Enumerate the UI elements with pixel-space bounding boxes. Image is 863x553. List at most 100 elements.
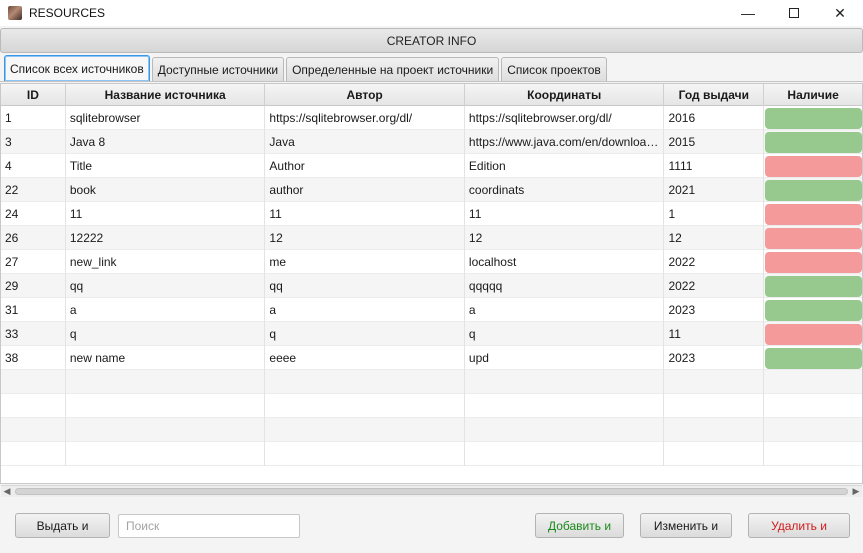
table-row[interactable]: 31 a a a 2023 bbox=[1, 298, 862, 322]
table-row[interactable]: 4 Title Author Edition 1111 bbox=[1, 154, 862, 178]
table-row[interactable]: 38 new name eeee upd 2023 bbox=[1, 346, 862, 370]
table-row[interactable]: 33 q q q 11 bbox=[1, 322, 862, 346]
sources-table[interactable]: ID Название источника Автор Координаты Г… bbox=[0, 83, 863, 484]
column-header-author[interactable]: Автор bbox=[265, 84, 465, 106]
cell-year: 1 bbox=[664, 202, 765, 226]
available-indicator bbox=[765, 179, 862, 201]
cell-id: 31 bbox=[1, 298, 66, 322]
cell-availability bbox=[764, 322, 862, 346]
column-header-availability[interactable]: Наличие bbox=[764, 84, 862, 106]
cell-availability bbox=[764, 394, 862, 418]
cell-name: book bbox=[66, 178, 266, 202]
cell-coordinates: localhost bbox=[465, 250, 665, 274]
issue-button[interactable]: Выдать и bbox=[15, 513, 110, 538]
empty-table-row[interactable] bbox=[1, 370, 862, 394]
unavailable-indicator bbox=[765, 251, 862, 273]
cell-year: 2023 bbox=[664, 346, 765, 370]
available-indicator bbox=[765, 299, 862, 321]
horizontal-scrollbar[interactable]: ◀ ▶ bbox=[1, 485, 862, 497]
cell-id: 27 bbox=[1, 250, 66, 274]
cell-name: a bbox=[66, 298, 266, 322]
tab-projects-list[interactable]: Список проектов bbox=[501, 57, 607, 81]
table-body: 1 sqlitebrowser https://sqlitebrowser.org/… bbox=[1, 106, 862, 466]
column-header-name[interactable]: Название источника bbox=[66, 84, 266, 106]
column-header-id[interactable]: ID bbox=[1, 84, 66, 106]
window-title: RESOURCES bbox=[29, 6, 106, 20]
search-input[interactable] bbox=[118, 514, 300, 538]
empty-table-row[interactable] bbox=[1, 418, 862, 442]
cell-name bbox=[66, 370, 266, 394]
cell-name bbox=[66, 418, 266, 442]
maximize-icon bbox=[789, 8, 799, 18]
window-controls: — ✕ bbox=[725, 0, 863, 26]
cell-availability bbox=[764, 202, 862, 226]
cell-coordinates: https://www.java.com/en/downloa… bbox=[465, 130, 665, 154]
cell-availability bbox=[764, 226, 862, 250]
scroll-right-icon[interactable]: ▶ bbox=[850, 486, 862, 497]
cell-author: 12 bbox=[265, 226, 465, 250]
maximize-button[interactable] bbox=[771, 0, 817, 26]
column-header-year[interactable]: Год выдачи bbox=[664, 84, 765, 106]
tab-all-sources[interactable]: Список всех источников bbox=[4, 55, 150, 81]
minimize-button[interactable]: — bbox=[725, 0, 771, 26]
table-row[interactable]: 29 qq qq qqqqq 2022 bbox=[1, 274, 862, 298]
cell-id: 29 bbox=[1, 274, 66, 298]
cell-coordinates bbox=[465, 418, 665, 442]
cell-author bbox=[265, 370, 465, 394]
scrollbar-thumb[interactable] bbox=[15, 488, 848, 495]
available-indicator bbox=[765, 275, 862, 297]
tab-bar: Список всех источников Доступные источни… bbox=[0, 54, 863, 82]
cell-year: 12 bbox=[664, 226, 765, 250]
cell-availability bbox=[764, 370, 862, 394]
cell-availability bbox=[764, 346, 862, 370]
cell-year: 2023 bbox=[664, 298, 765, 322]
table-row[interactable]: 27 new_link me localhost 2022 bbox=[1, 250, 862, 274]
table-row[interactable]: 22 book author coordinats 2021 bbox=[1, 178, 862, 202]
cell-availability bbox=[764, 154, 862, 178]
cell-name: q bbox=[66, 322, 266, 346]
close-button[interactable]: ✕ bbox=[817, 0, 863, 26]
cell-author: Author bbox=[265, 154, 465, 178]
tab-project-sources[interactable]: Определенные на проект источники bbox=[286, 57, 500, 81]
cell-availability bbox=[764, 178, 862, 202]
cell-name: qq bbox=[66, 274, 266, 298]
cell-author: https://sqlitebrowser.org/dl/ bbox=[265, 106, 465, 130]
cell-name: new name bbox=[66, 346, 266, 370]
add-button[interactable]: Добавить и bbox=[535, 513, 624, 538]
cell-coordinates: 12 bbox=[465, 226, 665, 250]
edit-button[interactable]: Изменить и bbox=[640, 513, 732, 538]
cell-author bbox=[265, 418, 465, 442]
cell-coordinates: 11 bbox=[465, 202, 665, 226]
column-header-coordinates[interactable]: Координаты bbox=[465, 84, 665, 106]
cell-id: 24 bbox=[1, 202, 66, 226]
cell-availability bbox=[764, 418, 862, 442]
cell-author: eeee bbox=[265, 346, 465, 370]
cell-author: author bbox=[265, 178, 465, 202]
unavailable-indicator bbox=[765, 227, 862, 249]
cell-coordinates: upd bbox=[465, 346, 665, 370]
cell-author: 11 bbox=[265, 202, 465, 226]
cell-id: 38 bbox=[1, 346, 66, 370]
scroll-left-icon[interactable]: ◀ bbox=[1, 486, 13, 497]
empty-table-row[interactable] bbox=[1, 394, 862, 418]
cell-name: 12222 bbox=[66, 226, 266, 250]
creator-info-button[interactable]: CREATOR INFO bbox=[0, 28, 863, 53]
cell-availability bbox=[764, 250, 862, 274]
cell-coordinates: qqqqq bbox=[465, 274, 665, 298]
table-row[interactable]: 24 11 11 11 1 bbox=[1, 202, 862, 226]
cell-author: q bbox=[265, 322, 465, 346]
table-row[interactable]: 1 sqlitebrowser https://sqlitebrowser.org/… bbox=[1, 106, 862, 130]
table-row[interactable]: 3 Java 8 Java https://www.java.com/en/downl… bbox=[1, 130, 862, 154]
cell-name: new_link bbox=[66, 250, 266, 274]
cell-name bbox=[66, 442, 266, 466]
tab-available-sources[interactable]: Доступные источники bbox=[151, 57, 285, 81]
delete-button[interactable]: Удалить и bbox=[748, 513, 850, 538]
table-row[interactable]: 26 12222 12 12 12 bbox=[1, 226, 862, 250]
cell-coordinates bbox=[465, 394, 665, 418]
cell-name: sqlitebrowser bbox=[66, 106, 266, 130]
cell-id: 22 bbox=[1, 178, 66, 202]
cell-id bbox=[1, 370, 66, 394]
cell-id: 26 bbox=[1, 226, 66, 250]
cell-year bbox=[664, 442, 765, 466]
empty-table-row[interactable] bbox=[1, 442, 862, 466]
